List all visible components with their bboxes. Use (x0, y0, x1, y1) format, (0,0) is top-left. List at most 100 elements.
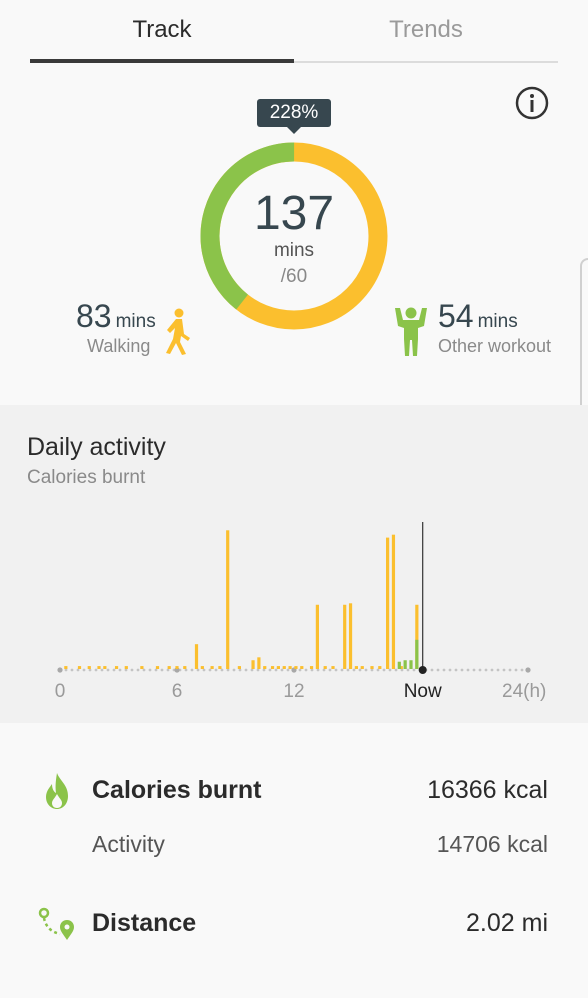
total-minutes: 137 (253, 187, 335, 240)
chart-bar (354, 666, 358, 669)
chart-bar (114, 666, 119, 669)
baseline-dot (352, 668, 356, 672)
baseline-dot (202, 668, 206, 672)
chart-bar (167, 666, 171, 669)
baseline-dot (256, 668, 260, 672)
tab-track[interactable]: Track (30, 16, 294, 44)
chart-bar (403, 660, 407, 669)
baseline-dot (250, 668, 254, 672)
baseline-dot (436, 668, 440, 672)
baseline-dot (112, 668, 116, 672)
baseline-dot (382, 668, 386, 672)
baseline-dot (472, 668, 476, 672)
baseline-dot (460, 668, 464, 672)
chart-bar (183, 666, 187, 669)
tab-bar: Track Trends (0, 0, 588, 64)
baseline-dot (412, 668, 416, 672)
baseline-dot (496, 668, 500, 672)
baseline-dot (448, 668, 452, 672)
baseline-dot (358, 668, 362, 672)
baseline-dot (190, 668, 194, 672)
baseline-dot (484, 668, 488, 672)
baseline-dot (214, 668, 218, 672)
baseline-dot (388, 668, 392, 672)
workout-label: Other workout (438, 336, 552, 356)
baseline-dot (376, 668, 380, 672)
chart-bar (140, 666, 144, 669)
calories-label: Calories burnt (92, 776, 262, 804)
chart-bar (300, 666, 304, 669)
baseline-dot (238, 668, 242, 672)
x-tick-label: 0 (55, 681, 66, 702)
chart-bar (378, 666, 382, 669)
baseline-dot (274, 668, 278, 672)
baseline-dot (70, 668, 74, 672)
chart-bar (315, 604, 319, 669)
chart-bar (282, 666, 286, 669)
baseline-dot (430, 668, 434, 672)
baseline-dot (466, 668, 470, 672)
chart-bar (415, 639, 419, 669)
baseline-dot (76, 668, 80, 672)
baseline-dot (268, 668, 272, 672)
baseline-dot (136, 668, 140, 672)
distance-value: 2.02 mi (466, 909, 548, 937)
baseline-dot (502, 668, 506, 672)
activity-value: 14706 kcal (436, 831, 548, 857)
calories-value: 16366 kcal (427, 776, 548, 804)
baseline-dot (208, 668, 212, 672)
tick-marker (57, 667, 63, 673)
chart-bar (331, 666, 335, 669)
baseline-dot (220, 668, 224, 672)
chart-bar (409, 660, 413, 669)
baseline-dot (400, 668, 404, 672)
tab-trends[interactable]: Trends (294, 16, 558, 44)
chart-bar (257, 657, 261, 669)
total-unit: mins (273, 240, 315, 261)
baseline-dot (310, 668, 314, 672)
goal-minutes: /60 (280, 266, 308, 287)
baseline-dot (316, 668, 320, 672)
baseline-dot (196, 668, 200, 672)
baseline-dot (514, 668, 518, 672)
baseline-dot (286, 668, 290, 672)
baseline-dot (166, 668, 170, 672)
walking-minutes: 83 mins (76, 298, 156, 334)
baseline-dot (304, 668, 308, 672)
baseline-dot (226, 668, 230, 672)
baseline-dot (334, 668, 338, 672)
baseline-dot (364, 668, 368, 672)
daily-activity-chart: 0 6 12 Now 24(h) (55, 522, 546, 702)
baseline-dot (118, 668, 122, 672)
baseline-dot (454, 668, 458, 672)
now-marker (418, 666, 427, 674)
baseline-dot (148, 668, 152, 672)
baseline-dot (406, 668, 410, 672)
tab-divider (294, 61, 558, 63)
baseline-dot (394, 668, 398, 672)
chart-bar (386, 537, 390, 669)
distance-label: Distance (92, 909, 197, 937)
chart-bar (294, 666, 298, 669)
baseline-dot (340, 668, 344, 672)
baseline-dot (130, 668, 134, 672)
baseline-dot (328, 668, 332, 672)
baseline-dot (298, 668, 302, 672)
baseline-dot (106, 668, 110, 672)
chart-bar (263, 666, 267, 669)
baseline-dot (94, 668, 98, 672)
route-icon (38, 907, 74, 940)
chart-bar (288, 666, 292, 669)
chart-bar (343, 604, 347, 669)
baseline-dot (232, 668, 236, 672)
chart-bar (103, 666, 107, 669)
baseline-dot (142, 668, 146, 672)
baseline-dot (88, 668, 92, 672)
info-icon[interactable] (515, 86, 549, 120)
tick-marker (525, 667, 531, 673)
baseline-dot (508, 668, 512, 672)
baseline-dot (64, 668, 68, 672)
baseline-dot (478, 668, 482, 672)
chart-bar (155, 666, 160, 669)
chart-bar (348, 603, 353, 669)
